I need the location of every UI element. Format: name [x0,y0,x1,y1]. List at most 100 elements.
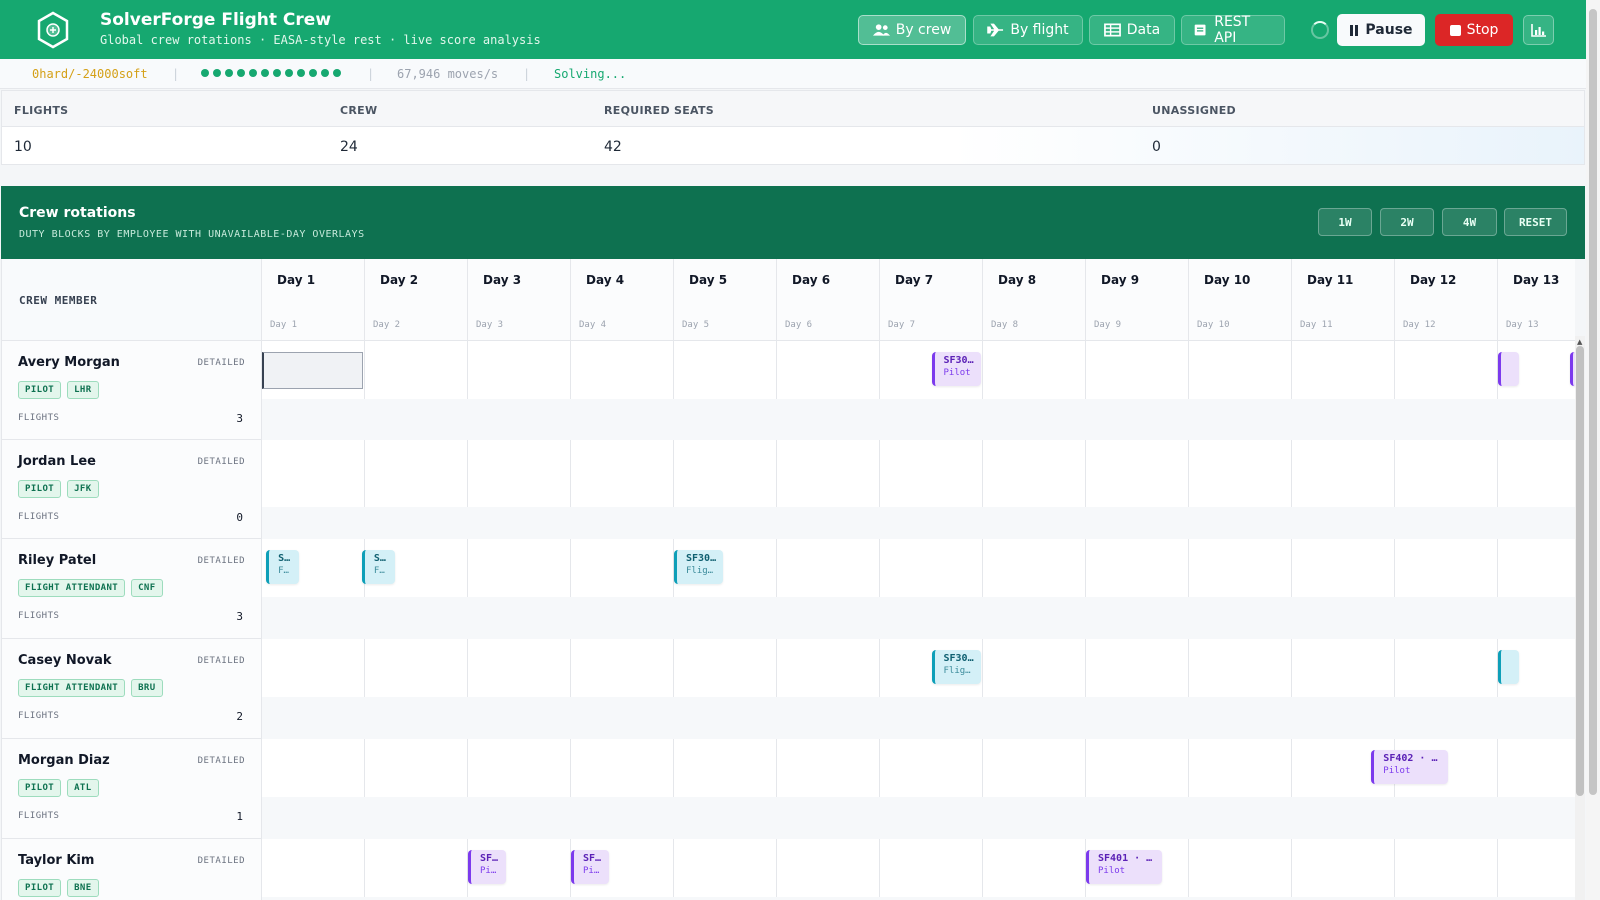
day-cell[interactable] [983,839,1086,897]
day-cell[interactable] [1292,341,1395,399]
pause-button[interactable]: Pause [1337,14,1425,46]
day-cell[interactable] [468,739,571,797]
day-cell[interactable] [365,440,468,507]
day-column-header[interactable]: Day 11 Day 11 [1292,259,1395,341]
day-cell[interactable] [777,739,880,797]
day-cell[interactable] [1189,639,1292,697]
day-cell[interactable] [1189,341,1292,399]
day-cell[interactable] [674,341,777,399]
day-cell[interactable] [983,739,1086,797]
day-cell[interactable] [1498,440,1575,507]
day-cell[interactable] [1498,839,1575,897]
duty-block[interactable]: SF30… Flig… [674,550,724,584]
day-cell[interactable] [1395,539,1498,597]
day-cell[interactable] [983,440,1086,507]
day-cell[interactable] [1189,440,1292,507]
duty-block[interactable]: SF… Pi… [468,850,507,884]
crew-row-header[interactable]: Riley Patel DETAILED FLIGHT ATTENDANT CNF FL… [2,539,262,639]
day-cell[interactable] [983,341,1086,399]
day-cell[interactable] [1292,539,1395,597]
page-scrollbar-thumb[interactable] [1589,9,1597,795]
day-cell[interactable] [262,440,365,507]
data-button[interactable]: Data [1089,15,1175,45]
day-cell[interactable] [674,839,777,897]
analysis-chart-button[interactable] [1523,15,1554,45]
detailed-link[interactable]: DETAILED [198,556,245,566]
detailed-link[interactable]: DETAILED [198,457,245,467]
by-flight-button[interactable]: By flight [973,15,1083,45]
day-column-header[interactable]: Day 10 Day 10 [1189,259,1292,341]
reset-zoom-button[interactable]: RESET [1504,208,1567,236]
detailed-link[interactable]: DETAILED [198,358,245,368]
duty-block[interactable]: SF402 · … Pilot [1371,750,1448,784]
day-cell[interactable] [262,639,365,697]
day-cell[interactable] [468,639,571,697]
day-cell[interactable] [1498,539,1575,597]
day-column-header[interactable]: Day 5 Day 5 [674,259,777,341]
day-column-header[interactable]: Day 7 Day 7 [880,259,983,341]
duty-block[interactable] [1498,650,1519,684]
day-cell[interactable] [1498,739,1575,797]
zoom-2w-button[interactable]: 2W [1380,208,1434,236]
rest-api-button[interactable]: REST API [1181,14,1285,46]
duty-block[interactable]: SF… Pi… [571,850,610,884]
day-cell[interactable] [262,739,365,797]
day-cell[interactable] [365,639,468,697]
detailed-link[interactable]: DETAILED [198,756,245,766]
day-cell[interactable] [880,539,983,597]
day-cell[interactable] [1189,739,1292,797]
day-cell[interactable] [983,639,1086,697]
zoom-4w-button[interactable]: 4W [1442,208,1497,236]
day-cell[interactable] [777,639,880,697]
zoom-1w-button[interactable]: 1W [1318,208,1372,236]
day-cell[interactable] [880,839,983,897]
day-cell[interactable] [365,739,468,797]
day-cell[interactable] [1189,839,1292,897]
day-column-header[interactable]: Day 1 Day 1 [262,259,365,341]
day-column-header[interactable]: Day 2 Day 2 [365,259,468,341]
day-cell[interactable] [1395,839,1498,897]
duty-block[interactable]: SF30… Pilot [931,352,981,386]
day-cell[interactable] [1395,440,1498,507]
day-cell[interactable] [262,839,365,897]
duty-block[interactable]: S… F… [266,550,300,584]
crew-row-header[interactable]: Jordan Lee DETAILED PILOT JFK FLIGHTS 0 [2,440,262,539]
detailed-link[interactable]: DETAILED [198,656,245,666]
day-cell[interactable] [777,539,880,597]
day-cell[interactable] [571,341,674,399]
selected-day-cell[interactable] [262,352,363,389]
day-cell[interactable] [1292,839,1395,897]
day-column-header[interactable]: Day 6 Day 6 [777,259,880,341]
day-column-header[interactable]: Day 13 Day 13 [1498,259,1575,341]
day-cell[interactable] [1086,739,1189,797]
crew-row-header[interactable]: Taylor Kim DETAILED PILOT BNE [2,839,262,900]
day-column-header[interactable]: Day 4 Day 4 [571,259,674,341]
crew-row-header[interactable]: Casey Novak DETAILED FLIGHT ATTENDANT BRU FL… [2,639,262,739]
day-cell[interactable] [365,341,468,399]
day-column-header[interactable]: Day 9 Day 9 [1086,259,1189,341]
timeline-scrollbar-thumb[interactable] [1576,346,1584,796]
crew-row-header[interactable]: Avery Morgan DETAILED PILOT LHR FLIGHTS 3 [2,341,262,440]
day-cell[interactable] [468,539,571,597]
day-cell[interactable] [1086,440,1189,507]
day-column-header[interactable]: Day 3 Day 3 [468,259,571,341]
day-cell[interactable] [674,739,777,797]
day-cell[interactable] [1395,639,1498,697]
day-cell[interactable] [468,341,571,399]
day-cell[interactable] [1086,539,1189,597]
day-cell[interactable] [1292,639,1395,697]
day-cell[interactable] [674,440,777,507]
scroll-up-arrow-icon[interactable]: ▲ [1577,338,1582,346]
day-cell[interactable] [777,440,880,507]
duty-block[interactable] [1498,352,1519,386]
day-cell[interactable] [571,739,674,797]
day-cell[interactable] [674,639,777,697]
day-cell[interactable] [1189,539,1292,597]
by-crew-button[interactable]: By crew [858,15,966,45]
day-cell[interactable] [1395,341,1498,399]
day-cell[interactable] [571,639,674,697]
day-cell[interactable] [777,341,880,399]
duty-block[interactable]: SF30… Flig… [931,650,981,684]
detailed-link[interactable]: DETAILED [198,856,245,866]
day-cell[interactable] [1292,440,1395,507]
